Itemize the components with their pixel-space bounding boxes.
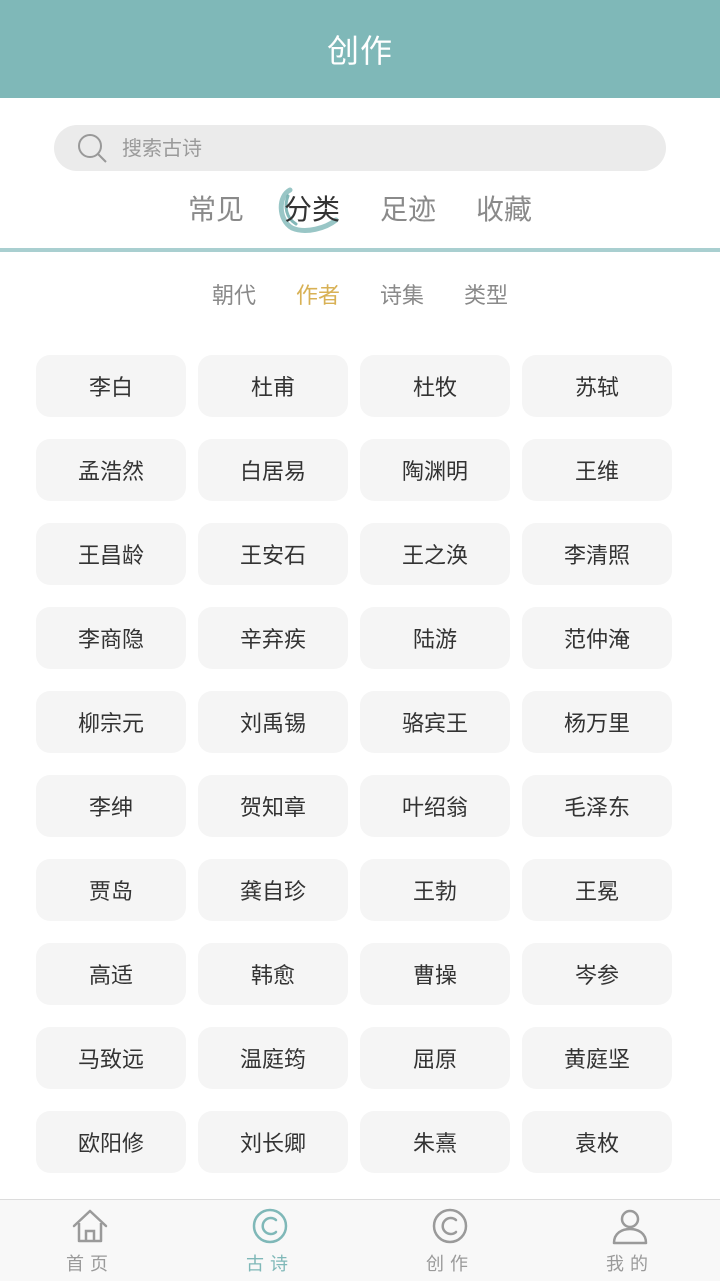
author-item[interactable]: 曹操 xyxy=(360,943,510,1005)
tab-footprint[interactable]: 足迹 xyxy=(378,188,438,236)
author-item[interactable]: 刘禹锡 xyxy=(198,691,348,753)
home-icon xyxy=(72,1209,108,1243)
author-item[interactable]: 韩愈 xyxy=(198,943,348,1005)
subtab-dynasty[interactable]: 朝代 xyxy=(212,278,256,312)
author-item[interactable]: 李商隐 xyxy=(36,607,186,669)
author-grid: 李白 杜甫 杜牧 苏轼孟浩然 白居易 陶渊明 王维王昌龄 王安石 王之涣 李清照李商隐 辛弃疾 陆游范… xyxy=(36,355,684,1173)
nav-poems[interactable]: 古诗 xyxy=(180,1200,360,1281)
author-item[interactable]: 马致远 xyxy=(36,1027,186,1089)
copyright-circle-icon xyxy=(432,1208,468,1244)
author-item[interactable]: 辛弃疾 xyxy=(198,607,348,669)
subtab-collection[interactable]: 诗集 xyxy=(380,278,424,312)
author-item[interactable]: 陶渊明 xyxy=(360,439,510,501)
main-tabs: 常见 分类 足迹 收藏 xyxy=(0,187,720,236)
nav-home[interactable]: 首页 xyxy=(0,1200,180,1281)
user-icon xyxy=(612,1209,648,1245)
page-title: 创作 xyxy=(326,32,393,70)
search-input[interactable] xyxy=(120,135,604,161)
tab-category-label: 分类 xyxy=(283,193,340,226)
author-item[interactable]: 苏轼 xyxy=(522,355,672,417)
nav-create-label: 创作 xyxy=(426,1254,474,1275)
author-item[interactable]: 王维 xyxy=(522,439,672,501)
author-item[interactable]: 李清照 xyxy=(522,523,672,585)
bottom-nav: 首页 古诗 创作 我的 xyxy=(0,1199,720,1281)
author-item[interactable]: 王之涣 xyxy=(360,523,510,585)
author-item[interactable]: 王昌龄 xyxy=(36,523,186,585)
author-item[interactable]: 王冕 xyxy=(522,859,672,921)
subtab-author[interactable]: 作者 xyxy=(296,278,340,312)
author-item[interactable]: 高适 xyxy=(36,943,186,1005)
author-item[interactable]: 毛泽东 xyxy=(522,775,672,837)
author-item[interactable]: 贺知章 xyxy=(198,775,348,837)
author-item[interactable]: 屈原 xyxy=(360,1027,510,1089)
author-item[interactable]: 袁枚 xyxy=(522,1111,672,1173)
author-item[interactable]: 黄庭坚 xyxy=(522,1027,672,1089)
nav-create[interactable]: 创作 xyxy=(360,1200,540,1281)
author-item[interactable]: 岑参 xyxy=(522,943,672,1005)
nav-profile-label: 我的 xyxy=(606,1254,654,1275)
subtab-type[interactable]: 类型 xyxy=(464,278,508,312)
author-item[interactable]: 叶绍翁 xyxy=(360,775,510,837)
sub-tabs: 朝代 作者 诗集 类型 xyxy=(0,278,720,312)
author-item[interactable]: 柳宗元 xyxy=(36,691,186,753)
author-item[interactable]: 王安石 xyxy=(198,523,348,585)
app-header: 创作 xyxy=(0,0,720,98)
author-item[interactable]: 龚自珍 xyxy=(198,859,348,921)
author-item[interactable]: 范仲淹 xyxy=(522,607,672,669)
tab-divider xyxy=(0,248,720,252)
author-item[interactable]: 骆宾王 xyxy=(360,691,510,753)
author-item[interactable]: 李白 xyxy=(36,355,186,417)
tab-category[interactable]: 分类 xyxy=(278,187,342,236)
author-item[interactable]: 白居易 xyxy=(198,439,348,501)
author-item[interactable]: 贾岛 xyxy=(36,859,186,921)
author-item[interactable]: 孟浩然 xyxy=(36,439,186,501)
author-item[interactable]: 李绅 xyxy=(36,775,186,837)
author-item[interactable]: 杨万里 xyxy=(522,691,672,753)
search-icon xyxy=(78,134,107,163)
author-item[interactable]: 杜甫 xyxy=(198,355,348,417)
author-item[interactable]: 王勃 xyxy=(360,859,510,921)
nav-home-label: 首页 xyxy=(66,1254,114,1275)
author-item[interactable]: 温庭筠 xyxy=(198,1027,348,1089)
author-item[interactable]: 朱熹 xyxy=(360,1111,510,1173)
author-item[interactable]: 欧阳修 xyxy=(36,1111,186,1173)
author-item[interactable]: 陆游 xyxy=(360,607,510,669)
nav-poems-label: 古诗 xyxy=(246,1254,294,1275)
author-item[interactable]: 刘长卿 xyxy=(198,1111,348,1173)
tab-favorites[interactable]: 收藏 xyxy=(474,188,534,236)
nav-profile[interactable]: 我的 xyxy=(540,1200,720,1281)
tab-common[interactable]: 常见 xyxy=(186,188,246,236)
author-item[interactable]: 杜牧 xyxy=(360,355,510,417)
copyright-circle-icon xyxy=(252,1208,288,1244)
search-bar[interactable] xyxy=(54,125,666,171)
